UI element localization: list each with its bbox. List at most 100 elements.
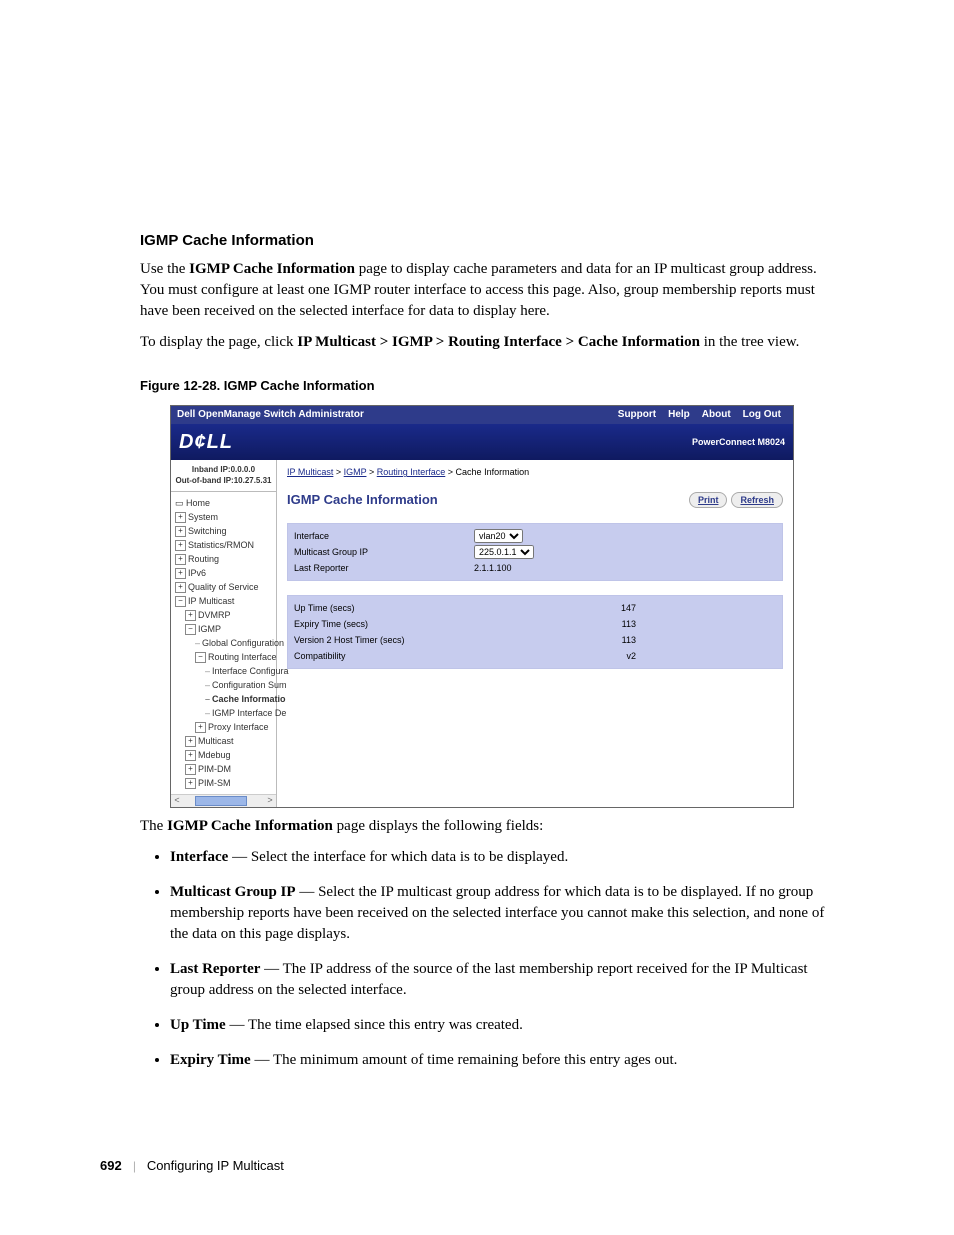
tree-globalcfg[interactable]: –Global Configuration [195,636,274,650]
collapse-icon[interactable]: − [195,652,206,663]
tree-qos[interactable]: +Quality of Service [175,580,274,594]
page-footer: 692 | Configuring IP Multicast [100,1157,284,1175]
tree-label: Mdebug [198,750,231,760]
crumb-igmp[interactable]: IGMP [344,467,367,477]
list-item: Last Reporter — The IP address of the so… [170,959,834,1001]
uptime-value: 147 [621,600,636,616]
tree-stats[interactable]: +Statistics/RMON [175,538,274,552]
expiry-value: 113 [622,616,636,632]
field-name: Multicast Group IP [170,884,296,900]
expand-icon[interactable]: + [195,722,206,733]
tree-label: DVMRP [198,610,231,620]
expand-icon[interactable]: + [185,750,196,761]
v2timer-label: Version 2 Host Timer (secs) [294,632,474,648]
tree-label: Routing [188,554,219,564]
expand-icon[interactable]: + [185,764,196,775]
field-name: Interface [170,849,228,865]
expand-icon[interactable]: + [185,610,196,621]
nav-tree: ▭ Home +System +Switching +Statistics/RM… [171,492,276,794]
tree-pimdm[interactable]: +PIM-DM [185,762,274,776]
collapse-icon[interactable]: − [175,596,186,607]
tree-multicast[interactable]: +Multicast [185,734,274,748]
print-button[interactable]: Print [689,492,728,509]
chapter-title: Configuring IP Multicast [147,1158,284,1173]
ip-info: Inband IP:0.0.0.0 Out-of-band IP:10.27.5… [171,460,276,491]
uptime-label: Up Time (secs) [294,600,474,616]
breadcrumb: IP Multicast > IGMP > Routing Interface … [287,466,783,479]
figure-caption: Figure 12-28. IGMP Cache Information [140,377,834,395]
list-item: Expiry Time — The minimum amount of time… [170,1050,834,1071]
tree-ipmc[interactable]: −IP Multicast [175,594,274,608]
scroll-left-icon[interactable]: < [171,794,183,807]
about-link[interactable]: About [702,408,731,422]
scroll-thumb[interactable] [195,796,247,806]
expiry-label: Expiry Time (secs) [294,616,474,632]
tree-pimsm[interactable]: +PIM-SM [185,776,274,790]
field-name: Expiry Time [170,1052,251,1068]
tree-dvmrp[interactable]: +DVMRP [185,608,274,622]
expand-icon[interactable]: + [185,778,196,789]
crumb-ipmc[interactable]: IP Multicast [287,467,333,477]
field-desc: — The time elapsed since this entry was … [226,1017,523,1033]
tree-igmpifdet[interactable]: –IGMP Interface De [205,706,274,720]
tree-label: IP Multicast [188,596,234,606]
content-pane: IP Multicast > IGMP > Routing Interface … [277,460,793,806]
page-number: 692 [100,1158,122,1173]
tree-label: Home [186,498,210,508]
mgip-select[interactable]: 225.0.1.1 [474,545,534,559]
tree-cacheinfo[interactable]: –Cache Informatio [205,692,274,706]
tree-label: System [188,512,218,522]
tree-system[interactable]: +System [175,510,274,524]
expand-icon[interactable]: + [185,736,196,747]
expand-icon[interactable]: + [175,568,186,579]
help-link[interactable]: Help [668,408,690,422]
logout-link[interactable]: Log Out [743,408,781,422]
compat-label: Compatibility [294,648,474,664]
crumb-ri[interactable]: Routing Interface [377,467,446,477]
tree-label: Routing Interface [208,652,277,662]
paragraph-2: To display the page, click IP Multicast … [140,332,834,353]
list-item: Interface — Select the interface for whi… [170,847,834,868]
field-list: Interface — Select the interface for whi… [170,847,834,1071]
text: in the tree view. [700,334,799,350]
expand-icon[interactable]: + [175,554,186,565]
tree-cfgsum[interactable]: –Configuration Sum [205,678,274,692]
panel-inputs: Interface vlan20 Multicast Group IP 225.… [287,523,783,581]
collapse-icon[interactable]: − [185,624,196,635]
sidebar-scrollbar[interactable]: < > [171,794,276,807]
text: To display the page, click [140,334,297,350]
paragraph-1: Use the IGMP Cache Information page to d… [140,259,834,322]
tree-label: Statistics/RMON [188,540,254,550]
expand-icon[interactable]: + [175,526,186,537]
page-title-row: IGMP Cache Information Print Refresh [287,491,783,509]
tree-proxy[interactable]: +Proxy Interface [195,720,274,734]
refresh-button[interactable]: Refresh [731,492,783,509]
section-heading: IGMP Cache Information [140,230,834,251]
tree-igmp[interactable]: −IGMP [185,622,274,636]
expand-icon[interactable]: + [175,512,186,523]
dell-logo: D¢LL [179,428,233,456]
compat-value: v2 [626,648,636,664]
tree-home[interactable]: ▭ Home [175,496,274,510]
support-link[interactable]: Support [618,408,656,422]
expand-icon[interactable]: + [175,582,186,593]
interface-select[interactable]: vlan20 [474,529,523,543]
field-desc: — Select the interface for which data is… [228,849,568,865]
tree-label: Configuration Sum [212,680,287,690]
tree-ipv6[interactable]: +IPv6 [175,566,274,580]
tree-mdebug[interactable]: +Mdebug [185,748,274,762]
tree-label: IGMP Interface De [212,708,286,718]
footer-separator: | [133,1158,136,1173]
tree-label: IPv6 [188,568,206,578]
text: The [140,818,167,834]
scroll-right-icon[interactable]: > [264,794,276,807]
tree-ifcfg[interactable]: –Interface Configura [205,664,274,678]
sidebar: Inband IP:0.0.0.0 Out-of-band IP:10.27.5… [171,460,277,806]
tree-routing-interface[interactable]: −Routing Interface [195,650,274,664]
tree-switching[interactable]: +Switching [175,524,274,538]
lastreporter-label: Last Reporter [294,560,474,576]
tree-routing[interactable]: +Routing [175,552,274,566]
window-title: Dell OpenManage Switch Administrator [177,408,364,422]
expand-icon[interactable]: + [175,540,186,551]
tree-label: PIM-SM [198,778,231,788]
